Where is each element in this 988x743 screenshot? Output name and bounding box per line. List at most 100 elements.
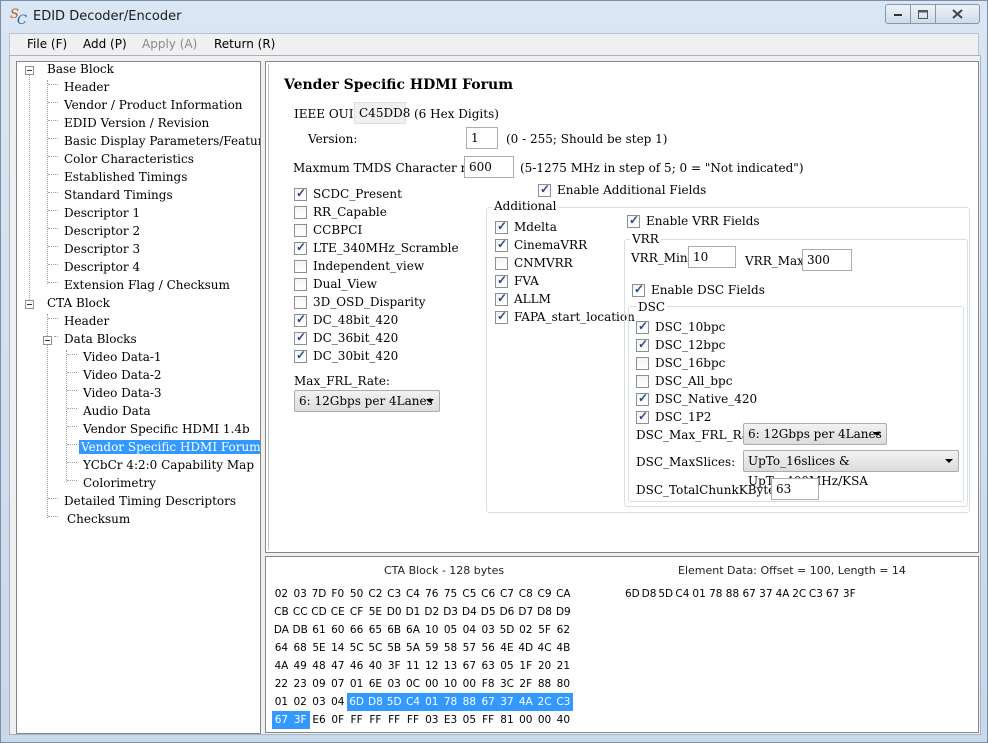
menu-file[interactable]: File (F) <box>27 37 67 51</box>
tmds-field[interactable]: 600 <box>464 156 514 178</box>
hex-byte[interactable]: 50 <box>347 585 366 603</box>
hex-byte[interactable]: 56 <box>479 639 498 657</box>
hex-byte[interactable]: C8 <box>516 585 535 603</box>
hex-byte[interactable]: 66 <box>347 621 366 639</box>
hex-byte[interactable]: D8 <box>365 693 385 711</box>
hex-byte[interactable]: 11 <box>404 657 423 675</box>
hex-byte[interactable]: DB <box>291 621 310 639</box>
hex-byte[interactable]: 61 <box>310 621 329 639</box>
mdelta-checkbox[interactable]: Mdelta <box>495 219 557 235</box>
dc36-checkbox[interactable]: DC_36bit_420 <box>294 330 398 346</box>
menu-return[interactable]: Return (R) <box>214 37 275 51</box>
hex-byte[interactable]: D1 <box>404 603 423 621</box>
hex-byte[interactable]: 80 <box>554 675 573 693</box>
hex-byte[interactable]: C2 <box>366 585 385 603</box>
edid-tree[interactable]: Base Block Header Vendor / Product Infor… <box>16 61 261 734</box>
tree-data-blocks[interactable]: Data Blocks <box>62 330 139 348</box>
hex-byte[interactable]: 4E <box>498 639 517 657</box>
hex-byte[interactable]: 4D <box>516 639 535 657</box>
hex-byte[interactable]: D7 <box>516 603 535 621</box>
hex-byte[interactable]: D4 <box>460 603 479 621</box>
hex-byte[interactable]: 12 <box>422 657 441 675</box>
independent-view-checkbox[interactable]: Independent_view <box>294 258 424 274</box>
hex-byte[interactable]: 88 <box>459 693 479 711</box>
hex-byte[interactable]: 5C <box>347 639 366 657</box>
hex-byte[interactable]: 23 <box>291 675 310 693</box>
hex-byte[interactable]: 68 <box>291 639 310 657</box>
hex-byte[interactable]: 02 <box>516 621 535 639</box>
hex-byte[interactable]: 13 <box>441 657 460 675</box>
enable-vrr-checkbox[interactable]: Enable VRR Fields <box>627 213 760 229</box>
hex-byte[interactable]: C7 <box>498 585 517 603</box>
hex-byte[interactable]: 2C <box>535 693 554 711</box>
hex-byte[interactable]: CE <box>328 603 347 621</box>
hex-byte[interactable]: 2F <box>516 675 535 693</box>
hex-byte[interactable]: 22 <box>272 675 291 693</box>
hex-byte[interactable]: 5E <box>310 639 329 657</box>
hex-byte[interactable]: DA <box>272 621 291 639</box>
hex-byte[interactable]: FF <box>385 711 404 729</box>
hex-dump[interactable]: 02 03 7D F0 50 C2 C3 C4 76 75 C5 C6 C7 C8 C9 CA CB CC CD CE… <box>272 584 573 729</box>
hex-byte[interactable]: 07 <box>328 675 347 693</box>
hex-byte[interactable]: CD <box>310 603 329 621</box>
collapse-base-icon[interactable] <box>25 66 34 75</box>
tree-item-descriptor-4[interactable]: Descriptor 4 <box>62 258 142 276</box>
tree-item-descriptor-2[interactable]: Descriptor 2 <box>62 222 142 240</box>
hex-byte[interactable]: 1F <box>516 657 535 675</box>
version-field[interactable]: 1 <box>466 127 498 149</box>
hex-byte[interactable]: 59 <box>422 639 441 657</box>
dsc-max-frl-select[interactable]: 6: 12Gbps per 4Lanes <box>743 423 887 445</box>
dsc-total-chunk-field[interactable]: 63 <box>771 478 819 500</box>
allm-checkbox[interactable]: ALLM <box>495 291 551 307</box>
cinemavrr-checkbox[interactable]: CinemaVRR <box>495 237 587 253</box>
tree-item-descriptor-1[interactable]: Descriptor 1 <box>62 204 142 222</box>
hex-byte[interactable]: F8 <box>479 675 498 693</box>
hex-byte[interactable]: 49 <box>291 657 310 675</box>
tree-item-audio-data[interactable]: Audio Data <box>81 402 153 420</box>
hex-byte[interactable]: 76 <box>422 585 441 603</box>
hex-byte[interactable]: CA <box>554 585 573 603</box>
hex-byte[interactable]: 0F <box>328 711 347 729</box>
hex-byte[interactable]: 62 <box>554 621 573 639</box>
title-bar[interactable]: SC EDID Decoder/Encoder <box>1 1 987 33</box>
tree-item-video-data-2[interactable]: Video Data-2 <box>81 366 164 384</box>
hex-byte[interactable]: C4 <box>404 585 423 603</box>
tree-item-descriptor-3[interactable]: Descriptor 3 <box>62 240 142 258</box>
scdc-present-checkbox[interactable]: SCDC_Present <box>294 186 402 202</box>
dsc-12bpc-checkbox[interactable]: DSC_12bpc <box>636 337 725 353</box>
hex-byte[interactable]: 5E <box>366 603 385 621</box>
hex-byte[interactable]: D6 <box>498 603 517 621</box>
hex-byte[interactable]: 58 <box>441 639 460 657</box>
hex-byte[interactable]: 03 <box>479 621 498 639</box>
hex-byte[interactable]: 6A <box>404 621 423 639</box>
hex-byte[interactable]: 64 <box>272 639 291 657</box>
tree-base-block[interactable]: Base Block <box>45 62 116 78</box>
tree-item-ycbcr420[interactable]: YCbCr 4:2:0 Capability Map <box>81 456 256 474</box>
hex-byte[interactable]: 14 <box>328 639 347 657</box>
maximize-button[interactable] <box>911 4 936 24</box>
hex-byte[interactable]: 6E <box>366 675 385 693</box>
hex-byte[interactable]: 4B <box>554 639 573 657</box>
dsc-max-slices-select[interactable]: UpTo_16slices & UpTo_400MHz/KSA <box>743 450 959 488</box>
hex-byte[interactable]: 01 <box>272 693 291 711</box>
hex-byte[interactable]: 02 <box>291 693 310 711</box>
hex-byte[interactable]: D2 <box>422 603 441 621</box>
hex-byte[interactable]: 40 <box>366 657 385 675</box>
hex-byte[interactable]: 03 <box>310 693 329 711</box>
hex-byte[interactable]: 5D <box>384 693 404 711</box>
hex-byte[interactable]: 5B <box>385 639 404 657</box>
hex-byte[interactable]: 21 <box>554 657 573 675</box>
tree-item-vendor[interactable]: Vendor / Product Information <box>62 96 245 114</box>
dsc-native-420-checkbox[interactable]: DSC_Native_420 <box>636 391 757 407</box>
dc30-checkbox[interactable]: DC_30bit_420 <box>294 348 398 364</box>
hex-byte[interactable]: 81 <box>498 711 517 729</box>
fva-checkbox[interactable]: FVA <box>495 273 539 289</box>
hex-byte[interactable]: E6 <box>310 711 329 729</box>
hex-byte[interactable]: 4A <box>516 693 536 711</box>
tree-item-header[interactable]: Header <box>62 78 111 96</box>
tree-item-basic-display[interactable]: Basic Display Parameters/Features <box>62 132 260 150</box>
hex-byte[interactable]: 5D <box>498 621 517 639</box>
tree-item-video-data-3[interactable]: Video Data-3 <box>81 384 164 402</box>
hex-byte[interactable]: 00 <box>422 675 441 693</box>
hex-byte[interactable]: C3 <box>553 693 573 711</box>
